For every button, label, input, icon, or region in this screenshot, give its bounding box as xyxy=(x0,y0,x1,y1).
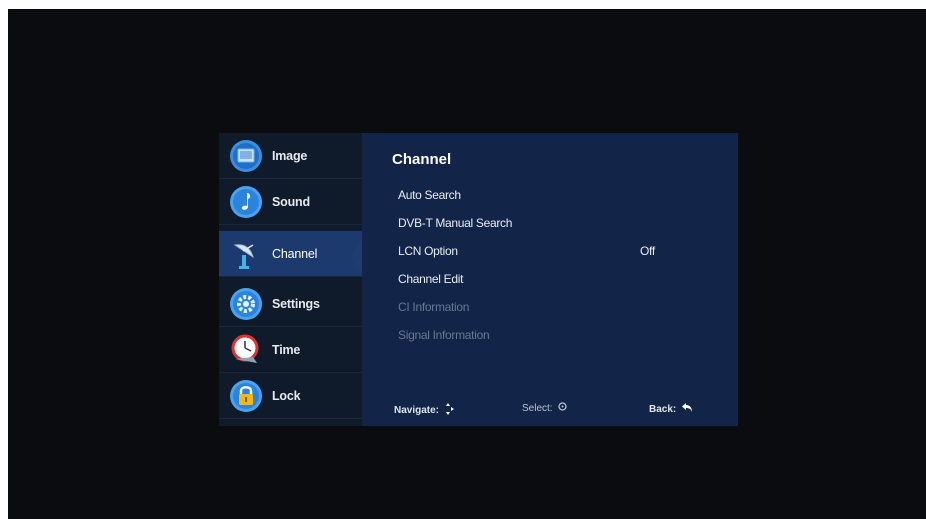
channel-panel: Channel Auto Search DVB-T Manual Search … xyxy=(362,133,738,426)
sidebar-item-label: Lock xyxy=(272,388,301,403)
sidebar-item-time[interactable]: Time xyxy=(219,327,362,373)
sidebar-item-settings[interactable]: Settings xyxy=(219,281,362,327)
menu-item-label: Channel Edit xyxy=(398,272,464,286)
gear-icon xyxy=(229,287,263,321)
satellite-dish-icon xyxy=(229,237,263,271)
ok-button-icon xyxy=(557,402,567,414)
select-label: Select: xyxy=(522,402,553,414)
sidebar-item-label: Time xyxy=(272,342,301,357)
navigate-label: Navigate: xyxy=(394,405,440,416)
sidebar-item-sound[interactable]: Sound xyxy=(219,179,362,225)
osd-menu: Image Sound Channel Settings Time Lock C… xyxy=(219,133,738,426)
menu-item-label: Signal Information xyxy=(398,328,490,342)
menu-item-label: DVB-T Manual Search xyxy=(398,216,513,230)
padlock-icon xyxy=(229,379,263,413)
back-label: Back: xyxy=(649,403,677,415)
key-hint-bar: Navigate: Select: Back: xyxy=(362,399,738,417)
lcn-option-value: Off xyxy=(640,244,655,258)
music-note-icon xyxy=(229,185,263,219)
menu-item-label: CI Information xyxy=(398,300,470,314)
sidebar: Image Sound Channel Settings Time Lock xyxy=(219,133,362,426)
menu-item-dvbt-manual-search[interactable]: DVB-T Manual Search xyxy=(398,213,698,233)
back-hint: Back: xyxy=(649,402,693,416)
navigate-arrows-icon xyxy=(445,402,455,419)
page-title: Channel xyxy=(392,151,452,168)
sidebar-item-lock[interactable]: Lock xyxy=(219,373,362,419)
sidebar-item-channel[interactable]: Channel xyxy=(219,231,362,277)
menu-item-label: Auto Search xyxy=(398,188,461,202)
back-arrow-icon xyxy=(681,402,693,416)
tv-screen: Image Sound Channel Settings Time Lock C… xyxy=(8,9,926,519)
menu-item-ci-information: CI Information xyxy=(398,297,698,317)
navigate-hint: Navigate: xyxy=(394,402,455,419)
sidebar-item-label: Image xyxy=(272,148,308,163)
sidebar-item-image[interactable]: Image xyxy=(219,133,362,179)
selection-pointer xyxy=(351,237,362,277)
sidebar-item-label: Channel xyxy=(272,246,318,261)
menu-item-auto-search[interactable]: Auto Search xyxy=(398,185,698,205)
image-icon xyxy=(229,139,263,173)
sidebar-item-label: Settings xyxy=(272,296,320,311)
clock-icon xyxy=(229,333,263,367)
select-hint: Select: xyxy=(522,402,567,414)
menu-item-signal-information: Signal Information xyxy=(398,325,698,345)
menu-item-channel-edit[interactable]: Channel Edit xyxy=(398,269,698,289)
menu-item-lcn-option[interactable]: LCN Option Off xyxy=(398,241,698,261)
menu-item-label: LCN Option xyxy=(398,244,458,258)
sidebar-item-label: Sound xyxy=(272,194,310,209)
